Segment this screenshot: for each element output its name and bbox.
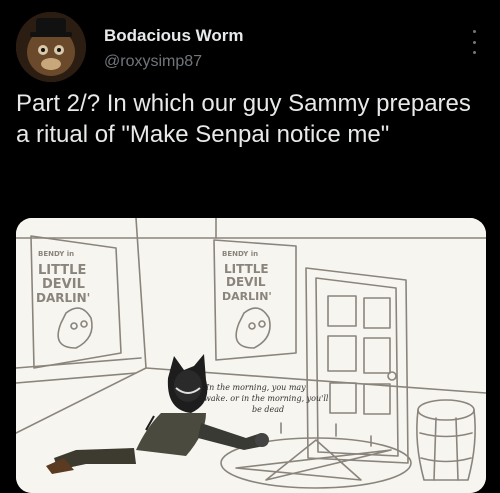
more-options-icon[interactable]: [466, 30, 482, 54]
author-handle[interactable]: @roxysimp87: [104, 53, 202, 71]
poster-left-line3: DEVIL: [42, 277, 85, 292]
sketch-illustration: BENDY in LITTLE DEVIL DARLIN' BENDY in L…: [16, 218, 486, 493]
poster-left-line4: DARLIN': [36, 291, 90, 305]
wall-writing-line3: be dead: [252, 405, 284, 414]
avatar-image: [16, 12, 86, 82]
tweet-text: Part 2/? In which our guy Sammy prepares…: [16, 90, 471, 148]
dot: [472, 51, 476, 54]
wall-writing-line2: wake. or in the morning, you'll: [204, 394, 329, 403]
poster-right-line4: DARLIN': [222, 290, 272, 303]
wall-writing-line1: In the morning, you may: [205, 383, 306, 392]
tweet-media-image[interactable]: BENDY in LITTLE DEVIL DARLIN' BENDY in L…: [16, 218, 486, 493]
dot: [472, 40, 476, 44]
poster-left-line1: BENDY in: [38, 250, 74, 258]
poster-right-line1: BENDY in: [222, 250, 258, 258]
poster-right-line3: DEVIL: [226, 275, 266, 289]
poster-left-line2: LITTLE: [38, 263, 86, 278]
dot: [472, 30, 476, 33]
avatar[interactable]: [16, 12, 86, 82]
poster-right-line2: LITTLE: [224, 262, 269, 276]
author-name[interactable]: Bodacious Worm: [104, 26, 243, 46]
tweet-header: Bodacious Worm @roxysimp87: [16, 12, 484, 82]
